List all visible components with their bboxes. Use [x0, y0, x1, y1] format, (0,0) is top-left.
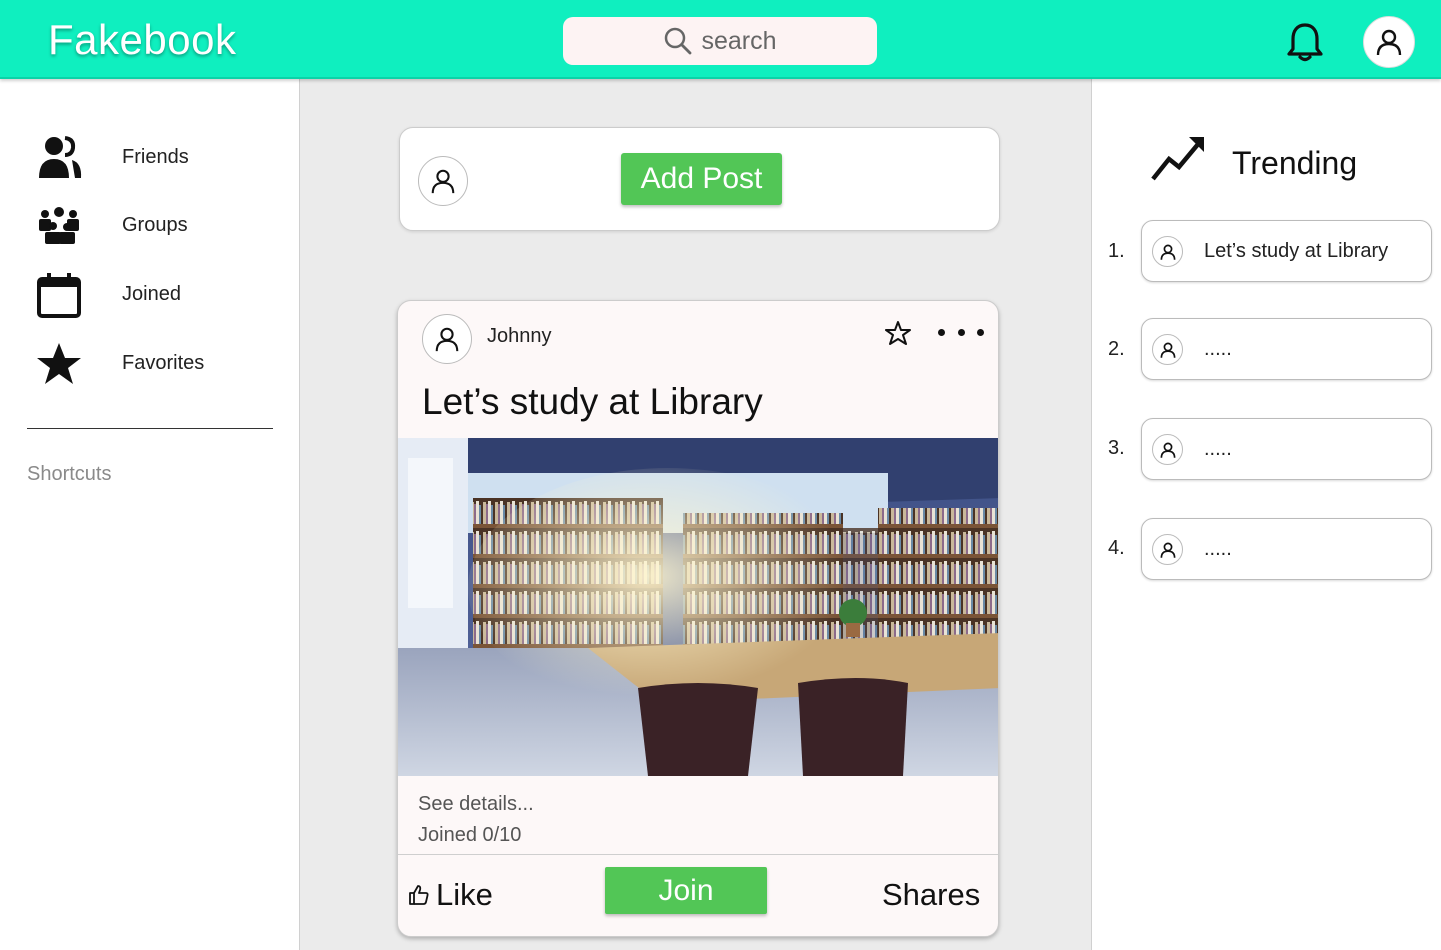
post-card: Johnny Let’s study at Library See detail…: [397, 300, 999, 937]
trending-item[interactable]: .....: [1141, 318, 1432, 380]
bell-icon[interactable]: [1283, 20, 1327, 64]
search-icon: [665, 27, 692, 55]
trending-title: Trending: [1232, 145, 1358, 181]
user-icon: [431, 169, 455, 194]
trending-panel: Trending 1. Let’s study at Library 2. ..…: [1091, 79, 1441, 950]
trending-item-text: .....: [1204, 538, 1232, 560]
sidebar-item-favorites[interactable]: Favorites: [0, 335, 300, 391]
trending-rank: 3.: [1108, 437, 1125, 459]
post-divider: [398, 854, 998, 855]
user-icon: [1376, 29, 1402, 56]
sidebar-item-label: Groups: [122, 214, 188, 236]
post-title: Let’s study at Library: [422, 381, 763, 422]
user-icon: [1160, 244, 1175, 260]
sidebar-item-label: Joined: [122, 283, 181, 305]
left-sidebar: Friends Groups Joined Favorites Shortcut…: [0, 79, 300, 950]
join-button[interactable]: Join: [605, 867, 767, 914]
trending-item-text: .....: [1204, 438, 1232, 460]
trending-item-text: .....: [1204, 338, 1232, 360]
trending-rank: 1.: [1108, 240, 1125, 262]
user-icon: [1160, 542, 1175, 558]
trending-item-text: Let’s study at Library: [1204, 240, 1389, 262]
groups-icon: [34, 201, 84, 251]
more-options-icon[interactable]: [938, 319, 984, 345]
add-post-card: Add Post: [399, 127, 1000, 231]
like-button[interactable]: Like: [408, 877, 493, 913]
thumbs-up-icon: [409, 885, 429, 905]
shortcuts-heading: Shortcuts: [27, 463, 112, 485]
user-icon: [1160, 342, 1175, 358]
post-description-link[interactable]: See details...: [418, 793, 534, 816]
user-icon: [1160, 442, 1175, 458]
app-logo[interactable]: Fakebook: [48, 16, 236, 64]
calendar-icon: [34, 270, 84, 320]
sidebar-item-joined[interactable]: Joined: [0, 266, 300, 322]
sidebar-item-friends[interactable]: Friends: [0, 129, 300, 185]
shares-button[interactable]: Shares: [882, 877, 980, 913]
avatar[interactable]: [418, 156, 468, 206]
avatar: [1152, 236, 1183, 267]
post-author[interactable]: Johnny: [487, 325, 552, 348]
star-icon: [34, 339, 84, 389]
library-image: [398, 438, 998, 776]
profile-avatar-button[interactable]: [1363, 16, 1415, 68]
friends-icon: [34, 133, 84, 183]
avatar: [1152, 334, 1183, 365]
top-bar: Fakebook search: [0, 0, 1441, 79]
search-placeholder: search: [701, 26, 777, 55]
sidebar-divider: [27, 428, 273, 429]
sidebar-item-label: Favorites: [122, 352, 205, 374]
add-post-button[interactable]: Add Post: [621, 153, 782, 205]
sidebar-item-groups[interactable]: Groups: [0, 197, 300, 253]
favorite-star-icon[interactable]: [885, 320, 911, 346]
trending-item[interactable]: .....: [1141, 518, 1432, 580]
trending-item[interactable]: .....: [1141, 418, 1432, 480]
avatar: [1152, 534, 1183, 565]
trending-item[interactable]: Let’s study at Library: [1141, 220, 1432, 282]
trending-rank: 2.: [1108, 338, 1125, 360]
user-icon: [435, 327, 459, 352]
sidebar-item-label: Friends: [122, 146, 189, 168]
trending-rank: 4.: [1108, 537, 1125, 559]
post-joined-count: Joined 0/10: [418, 824, 522, 846]
author-avatar[interactable]: [422, 314, 472, 364]
trending-arrow-icon: [1151, 137, 1204, 181]
like-label: Like: [436, 877, 493, 912]
avatar: [1152, 434, 1183, 465]
search-input[interactable]: search: [563, 17, 877, 65]
